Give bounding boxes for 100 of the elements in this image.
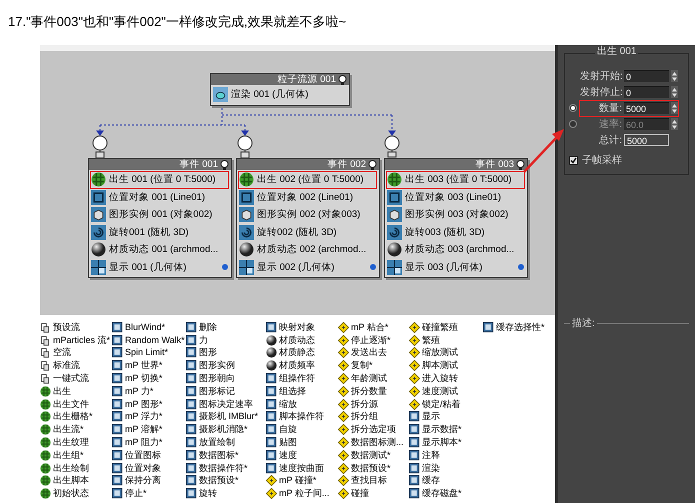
spinner-icon[interactable] — [671, 86, 678, 98]
depot-item[interactable]: 停止逐渐* — [338, 334, 409, 347]
depot-item[interactable]: 碰撞 — [338, 487, 409, 500]
depot-item[interactable]: 预设流 — [40, 321, 112, 334]
depot-item[interactable]: 旋转 — [186, 487, 266, 500]
depot-item[interactable]: 数据预设* — [186, 474, 266, 488]
depot-item[interactable]: 拆分组 — [338, 410, 409, 424]
depot-item[interactable]: mParticles 流* — [40, 334, 112, 347]
checkbox[interactable] — [569, 156, 578, 165]
event-node[interactable]: 事件 002 出生 002 (位置 0 T:5000) 位置对象 002 (Line01) 图形实例 002 (对象003) 旋转002 (随机 3D) 材质动态 002 (archmod... 显示 002 (几何体) — [236, 158, 380, 278]
depot-item[interactable]: 停止* — [112, 487, 186, 500]
depot-item[interactable]: 摄影机 IMBlur* — [186, 410, 266, 424]
value-field[interactable]: 5000 — [624, 102, 669, 114]
depot-item[interactable]: 一键式流 — [40, 372, 112, 385]
depot-item[interactable]: 显示脚本* — [409, 436, 483, 449]
depot-item[interactable]: 脚本操作符 — [266, 410, 338, 424]
event-node[interactable]: 事件 003 出生 003 (位置 0 T:5000) 位置对象 003 (Line01) 图形实例 003 (对象002) 旋转003 (随机 3D) 材质动态 003 (archmod... 显示 003 (几何体) — [384, 158, 528, 278]
depot-item[interactable]: mP 粘合* — [338, 321, 409, 334]
operator-row[interactable]: 显示 003 (几何体) — [386, 258, 525, 276]
depot-item[interactable]: mP 碰撞* — [266, 474, 338, 488]
operator-row[interactable]: 位置对象 001 (Line01) — [90, 188, 229, 206]
depot-item[interactable]: 组操作符 — [266, 372, 338, 385]
operator-row[interactable]: 旋转002 (随机 3D) — [238, 224, 377, 241]
depot-item[interactable]: mP 切换* — [112, 372, 186, 385]
depot-item[interactable]: 显示 — [409, 410, 483, 424]
depot-item[interactable]: 查找目标 — [338, 474, 409, 488]
depot-item[interactable]: 拆分选定项 — [338, 423, 409, 436]
operator-row[interactable]: 出生 002 (位置 0 T:5000) — [238, 171, 377, 188]
operator-row[interactable]: 位置对象 002 (Line01) — [238, 188, 377, 206]
depot-item[interactable]: 位置对象 — [112, 462, 186, 475]
depot-item[interactable]: 注释 — [409, 448, 483, 462]
depot-item[interactable]: 出生栅格* — [40, 410, 112, 424]
operator-row[interactable]: 材质动态 001 (archmod... — [90, 241, 229, 258]
lightbulb-icon[interactable] — [220, 160, 229, 170]
depot-item[interactable]: 数据图标* — [186, 448, 266, 462]
spinner-icon[interactable] — [671, 118, 678, 130]
depot-item[interactable]: 图标决定速率 — [186, 398, 266, 411]
operator-row[interactable]: 显示 001 (几何体) — [90, 258, 229, 276]
operator-row[interactable]: 材质动态 002 (archmod... — [238, 241, 377, 258]
depot-item[interactable]: 贴图 — [266, 436, 338, 449]
operator-row[interactable]: 出生 001 (位置 0 T:5000) — [90, 171, 229, 188]
depot-item[interactable]: 出生组* — [40, 448, 112, 462]
depot-item[interactable]: 材质动态 — [266, 334, 338, 347]
depot-item[interactable]: 速度测试 — [409, 384, 483, 398]
depot-item[interactable]: mP 溶解* — [112, 423, 186, 436]
depot-item[interactable]: 锁定/粘着 — [409, 398, 483, 411]
operator-row[interactable]: 图形实例 001 (对象002) — [90, 206, 229, 224]
depot-item[interactable]: 保持分离 — [112, 474, 186, 488]
depot-item[interactable]: 进入旋转 — [409, 372, 483, 385]
depot-item[interactable]: 放置绘制 — [186, 436, 266, 449]
depot-item[interactable]: 出生纹理 — [40, 436, 112, 449]
depot-item[interactable]: 拆分源 — [338, 398, 409, 411]
depot-item[interactable]: 数据测试* — [338, 448, 409, 462]
lightbulb-icon[interactable] — [338, 74, 347, 84]
depot-item[interactable]: 繁殖 — [409, 334, 483, 347]
depot-item[interactable]: 渲染 — [409, 462, 483, 475]
depot-item[interactable]: mP 浮力* — [112, 410, 186, 424]
depot-item[interactable]: 出生脚本 — [40, 474, 112, 488]
depot-item[interactable]: 摄影机消隐* — [186, 423, 266, 436]
depot-item[interactable]: 初始状态 — [40, 487, 112, 500]
depot-item[interactable]: 显示数据* — [409, 423, 483, 436]
depot-item[interactable]: 图形 — [186, 346, 266, 360]
spinner-icon[interactable] — [671, 70, 678, 82]
value-field[interactable]: 0 — [624, 70, 669, 82]
depot-item[interactable]: 复制* — [338, 359, 409, 372]
depot-item[interactable]: 缓存 — [409, 474, 483, 488]
operator-row[interactable]: 出生 003 (位置 0 T:5000) — [386, 171, 525, 188]
operator-row[interactable]: 渲染 001 (几何体) — [212, 86, 347, 104]
depot-item[interactable]: 速度 — [266, 448, 338, 462]
depot-item[interactable]: 图形标记 — [186, 384, 266, 398]
depot-item[interactable]: mP 世界* — [112, 359, 186, 372]
depot-item[interactable]: mP 力* — [112, 384, 186, 398]
depot-item[interactable]: 出生绘制 — [40, 462, 112, 475]
depot-item[interactable]: 碰撞繁殖 — [409, 321, 483, 334]
depot-item[interactable]: 图形实例 — [186, 359, 266, 372]
depot-item[interactable]: 映射对象 — [266, 321, 338, 334]
depot-item[interactable]: 出生文件 — [40, 398, 112, 411]
depot-item[interactable]: 数据操作符* — [186, 462, 266, 475]
depot-item[interactable]: 空流 — [40, 346, 112, 360]
depot-item[interactable]: 缓存选择性* — [483, 321, 555, 334]
event-node[interactable]: 事件 001 出生 001 (位置 0 T:5000) 位置对象 001 (Line01) 图形实例 001 (对象002) 旋转001 (随机 3D) 材质动态 001 (archmod... 显示 001 (几何体) — [88, 158, 232, 278]
depot-item[interactable]: mP 图形* — [112, 398, 186, 411]
depot-item[interactable]: 自旋 — [266, 423, 338, 436]
value-field[interactable]: 5000 — [624, 134, 669, 146]
rollout-title[interactable]: 出生 001 — [595, 47, 638, 57]
operator-row[interactable]: 显示 002 (几何体) — [238, 258, 377, 276]
depot-item[interactable]: 脚本测试 — [409, 359, 483, 372]
event-node[interactable]: 粒子流源 001 渲染 001 (几何体) — [210, 73, 350, 106]
depot-item[interactable]: 力 — [186, 334, 266, 347]
depot-item[interactable]: 位置图标 — [112, 448, 186, 462]
depot-item[interactable]: 材质频率 — [266, 359, 338, 372]
radio-button[interactable] — [569, 104, 577, 112]
depot-item[interactable]: Random Walk* — [112, 334, 186, 347]
value-field[interactable]: 0 — [624, 86, 669, 98]
depot-item[interactable]: 缓存磁盘* — [409, 487, 483, 500]
depot-item[interactable]: 删除 — [186, 321, 266, 334]
operator-row[interactable]: 旋转001 (随机 3D) — [90, 224, 229, 241]
operator-row[interactable]: 图形实例 003 (对象002) — [386, 206, 525, 224]
depot-item[interactable]: mP 阻力* — [112, 436, 186, 449]
lightbulb-icon[interactable] — [368, 160, 377, 170]
